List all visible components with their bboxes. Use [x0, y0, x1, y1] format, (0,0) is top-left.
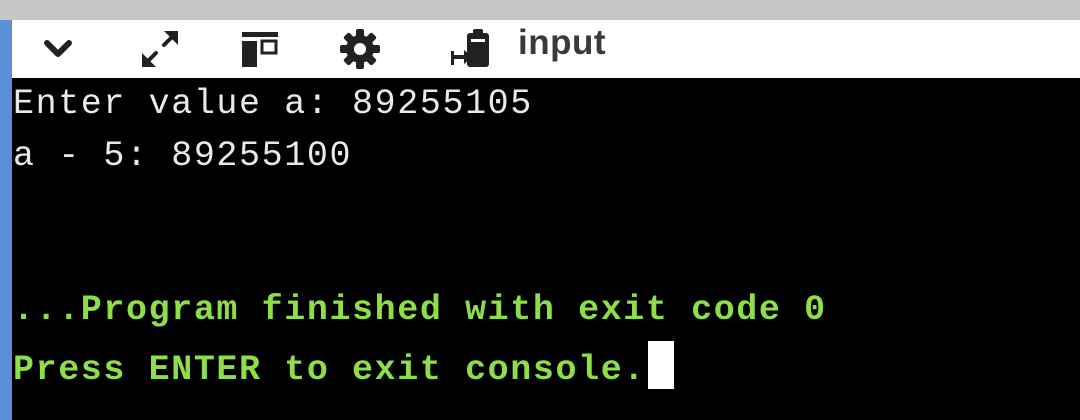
console-output[interactable]: Enter value a: 89255105 a - 5: 89255100 …	[12, 78, 1080, 420]
chevron-down-icon	[44, 40, 72, 57]
stdin-input-button[interactable]	[448, 26, 496, 72]
expand-arrows-icon	[142, 31, 178, 67]
layout-button[interactable]	[236, 26, 284, 72]
console-line-exit-code: ...Program finished with exit code 0	[13, 290, 827, 330]
clipboard-input-icon	[451, 29, 489, 67]
console-line-result: a - 5: 89255100	[13, 136, 353, 176]
layout-panel-icon	[242, 32, 278, 67]
console-toolbar: input	[12, 20, 1080, 78]
maximize-button[interactable]	[136, 26, 184, 72]
top-strip	[0, 0, 1080, 20]
online-compiler-console: input Enter value a: 89255105 a - 5: 892…	[0, 0, 1080, 420]
settings-button[interactable]	[336, 26, 384, 72]
input-label[interactable]: input	[518, 22, 606, 76]
console-line-prompt: Enter value a: 89255105	[13, 84, 533, 124]
left-rail	[0, 20, 12, 420]
collapse-button[interactable]	[34, 26, 82, 72]
press-enter-text: Press ENTER to exit console.	[13, 350, 646, 390]
gear-icon	[340, 29, 380, 69]
console-line-press-enter: Press ENTER to exit console.	[13, 341, 674, 390]
text-cursor	[647, 341, 674, 389]
